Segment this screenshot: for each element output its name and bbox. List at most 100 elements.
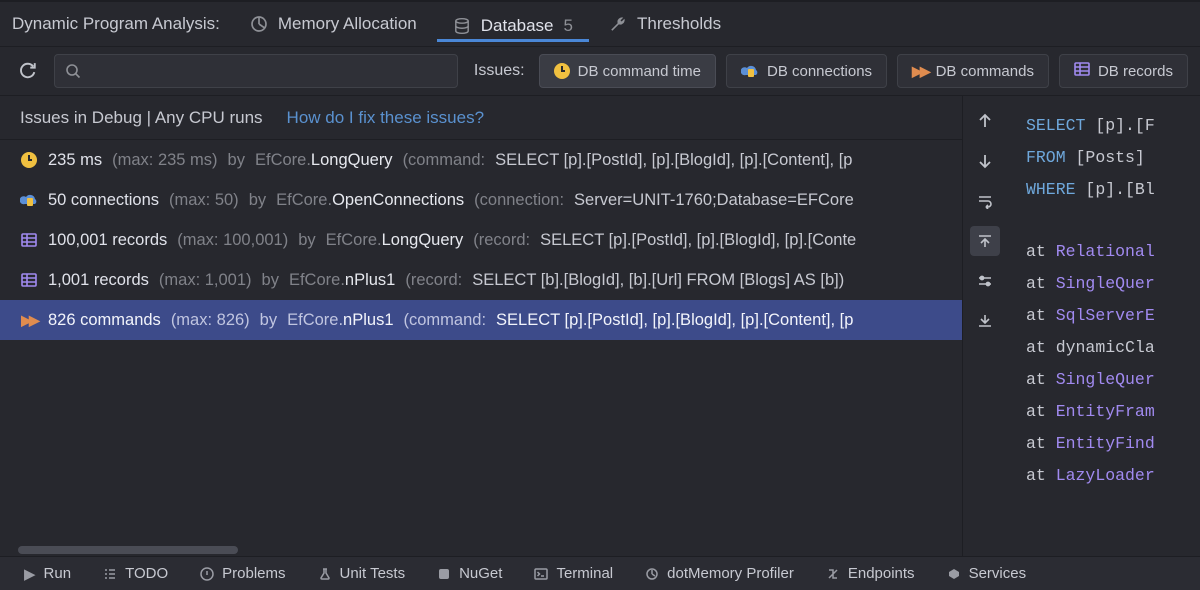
clock-icon (20, 151, 38, 169)
dpa-title: Dynamic Program Analysis: (12, 14, 230, 34)
breadcrumb: Issues in Debug | Any CPU runs (20, 108, 263, 128)
issue-detail: Server=UNIT-1760;Database=EFCore (574, 191, 854, 210)
scroll-to-bottom-button[interactable] (970, 306, 1000, 336)
sql-line: SELECT [p].[F (1026, 110, 1200, 142)
issue-row[interactable]: 100,001 records (max: 100,001) by EfCore… (0, 220, 962, 260)
footer-unit-tests[interactable]: Unit Tests (304, 557, 420, 590)
issue-max: (max: 100,001) (177, 231, 288, 250)
issue-row[interactable]: ▶▶ 826 commands (max: 826) by EfCore.nPl… (0, 300, 962, 340)
issue-detail-prefix: (command: (404, 311, 487, 330)
by-label: by (228, 151, 245, 170)
tab-label: Memory Allocation (278, 14, 417, 34)
pie-icon (250, 15, 268, 33)
issue-value: 100,001 records (48, 231, 167, 250)
footer-terminal[interactable]: Terminal (520, 557, 627, 590)
soft-wrap-button[interactable] (970, 186, 1000, 216)
records-icon (20, 231, 38, 249)
terminal-icon (534, 567, 548, 581)
issue-max: (max: 235 ms) (112, 151, 217, 170)
issues-label: Issues: (468, 62, 529, 80)
issue-detail: SELECT [p].[PostId], [p].[BlogId], [p].[… (540, 231, 856, 250)
footer-problems[interactable]: Problems (186, 557, 299, 590)
help-link[interactable]: How do I fix these issues? (287, 108, 484, 128)
connections-icon (741, 64, 759, 78)
footer-services[interactable]: Services (933, 557, 1041, 590)
profiler-icon (645, 567, 659, 581)
nuget-icon (437, 567, 451, 581)
issue-detail: SELECT [p].[PostId], [p].[BlogId], [p].[… (495, 151, 852, 170)
issue-detail: SELECT [p].[PostId], [p].[BlogId], [p].[… (496, 311, 853, 330)
records-icon (20, 271, 38, 289)
services-icon (947, 567, 961, 581)
filter-db-command-time[interactable]: DB command time (539, 54, 716, 88)
filter-db-connections[interactable]: DB connections (726, 54, 887, 88)
detail-toolbar (962, 96, 1006, 556)
sql-line: FROM [Posts] (1026, 142, 1200, 174)
stack-line: at SqlServerE (1026, 300, 1200, 332)
search-input[interactable] (54, 54, 458, 88)
footer-dotmemory[interactable]: dotMemory Profiler (631, 557, 808, 590)
footer-label: Unit Tests (340, 565, 406, 582)
stack-line: at EntityFind (1026, 428, 1200, 460)
by-label: by (262, 271, 279, 290)
tab-count: 5 (564, 16, 573, 36)
issue-detail: SELECT [b].[BlogId], [b].[Url] FROM [Blo… (472, 271, 844, 290)
issue-detail-prefix: (command: (403, 151, 486, 170)
previous-button[interactable] (970, 106, 1000, 136)
stack-line: at LazyLoader (1026, 460, 1200, 492)
tab-memory-allocation[interactable]: Memory Allocation (234, 8, 433, 40)
issue-row[interactable]: 1,001 records (max: 1,001) by EfCore.nPl… (0, 260, 962, 300)
footer-run[interactable]: ▶Run (10, 557, 85, 590)
dpa-tab-bar: Dynamic Program Analysis: Memory Allocat… (0, 0, 1200, 47)
footer-label: Problems (222, 565, 285, 582)
issue-detail-prefix: (connection: (474, 191, 564, 210)
tab-thresholds[interactable]: Thresholds (593, 8, 737, 40)
footer-todo[interactable]: TODO (89, 557, 182, 590)
issue-max: (max: 826) (171, 311, 250, 330)
filter-label: DB connections (767, 63, 872, 80)
warning-icon (200, 567, 214, 581)
tab-label: Thresholds (637, 14, 721, 34)
tab-label: Database (481, 16, 554, 36)
footer-nuget[interactable]: NuGet (423, 557, 516, 590)
scroll-to-top-button[interactable] (970, 226, 1000, 256)
search-icon (65, 63, 81, 79)
filter-db-commands[interactable]: ▶▶ DB commands (897, 54, 1049, 88)
workspace: Issues in Debug | Any CPU runs How do I … (0, 96, 1200, 556)
stack-line: at SingleQuer (1026, 268, 1200, 300)
settings-sliders-button[interactable] (970, 266, 1000, 296)
issue-source: EfCore.OpenConnections (276, 191, 464, 210)
issues-toolbar: Issues: DB command time DB connections ▶… (0, 47, 1200, 96)
footer-endpoints[interactable]: Endpoints (812, 557, 929, 590)
next-button[interactable] (970, 146, 1000, 176)
todo-icon (103, 567, 117, 581)
issue-row[interactable]: 235 ms (max: 235 ms) by EfCore.LongQuery… (0, 140, 962, 180)
commands-icon: ▶▶ (20, 311, 38, 329)
refresh-button[interactable] (12, 55, 44, 87)
issue-detail-prefix: (record: (405, 271, 462, 290)
records-icon (1074, 62, 1090, 81)
issue-source: EfCore.LongQuery (255, 151, 393, 170)
by-label: by (298, 231, 315, 250)
issue-max: (max: 1,001) (159, 271, 252, 290)
issues-panel: Issues in Debug | Any CPU runs How do I … (0, 96, 962, 556)
footer-label: TODO (125, 565, 168, 582)
filter-label: DB command time (578, 63, 701, 80)
stack-trace: at Relational at SingleQuer at SqlServer… (1026, 236, 1200, 492)
issue-source: EfCore.nPlus1 (289, 271, 395, 290)
footer-label: Terminal (556, 565, 613, 582)
bottom-toolbar: ▶Run TODO Problems Unit Tests NuGet Term… (0, 556, 1200, 590)
connections-icon (20, 191, 38, 209)
footer-label: NuGet (459, 565, 502, 582)
by-label: by (249, 191, 266, 210)
horizontal-scrollbar[interactable] (0, 544, 962, 556)
footer-label: Services (969, 565, 1027, 582)
endpoints-icon (826, 567, 840, 581)
filter-db-records[interactable]: DB records (1059, 54, 1188, 88)
filter-label: DB records (1098, 63, 1173, 80)
issue-row[interactable]: 50 connections (max: 50) by EfCore.OpenC… (0, 180, 962, 220)
tab-database[interactable]: Database 5 (437, 7, 589, 42)
issues-subheader: Issues in Debug | Any CPU runs How do I … (0, 96, 962, 140)
wrench-icon (609, 15, 627, 33)
stack-line: at SingleQuer (1026, 364, 1200, 396)
